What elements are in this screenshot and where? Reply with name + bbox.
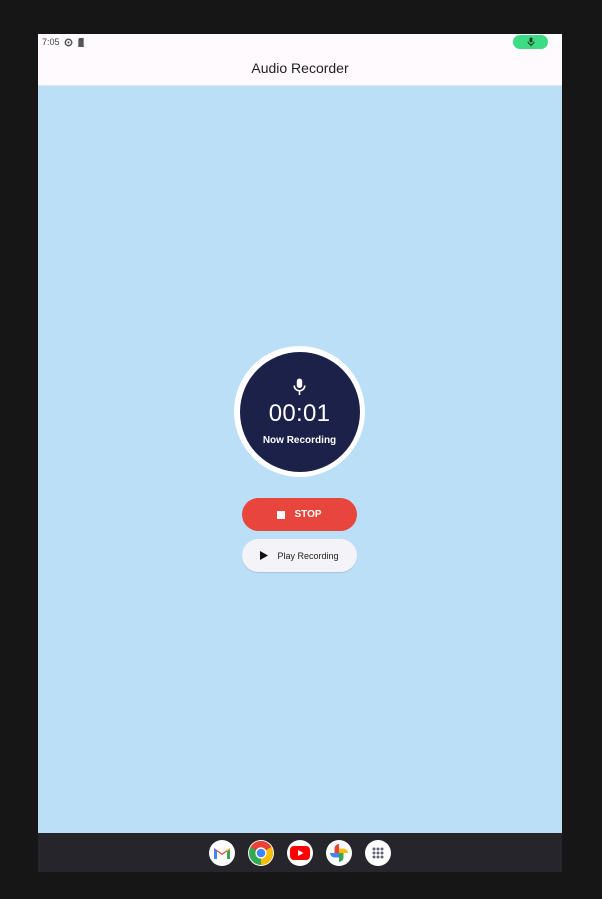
app-title: Audio Recorder — [251, 59, 349, 76]
dock-app-chrome[interactable] — [248, 839, 274, 866]
stop-button-label: STOP — [294, 509, 322, 520]
dock-app-drawer[interactable] — [365, 839, 391, 866]
stop-button[interactable]: STOP — [242, 498, 357, 531]
recording-status: Now Recording — [262, 434, 337, 446]
dock-app-photos[interactable] — [326, 839, 352, 866]
play-icon — [260, 551, 269, 560]
recording-timer: 00:01 — [268, 399, 331, 427]
youtube-icon — [290, 845, 310, 860]
dock-app-gmail[interactable] — [209, 839, 235, 866]
app-dock — [38, 833, 562, 872]
mic-icon — [293, 378, 306, 396]
mic-active-icon — [527, 37, 534, 47]
sd-card-icon — [77, 37, 85, 47]
play-recording-label: Play Recording — [277, 550, 339, 561]
app-drawer-icon — [372, 847, 384, 858]
dock-app-youtube[interactable] — [287, 839, 313, 866]
settings-icon — [64, 38, 73, 47]
status-time: 7:05 — [42, 37, 60, 47]
recorder-display: 00:01 Now Recording — [234, 346, 365, 477]
app-bar: Audio Recorder — [38, 50, 562, 86]
play-recording-button[interactable]: Play Recording — [242, 539, 357, 572]
mic-active-indicator — [513, 35, 548, 49]
status-bar: 7:05 — [38, 34, 562, 50]
chrome-icon — [249, 840, 274, 865]
photos-icon — [330, 843, 348, 862]
gmail-icon — [214, 847, 230, 859]
stop-icon — [277, 510, 286, 519]
device-screen: 7:05 Audio Recorder 00:01 Now Recording … — [38, 34, 562, 872]
recorder-inner: 00:01 Now Recording — [239, 351, 360, 472]
